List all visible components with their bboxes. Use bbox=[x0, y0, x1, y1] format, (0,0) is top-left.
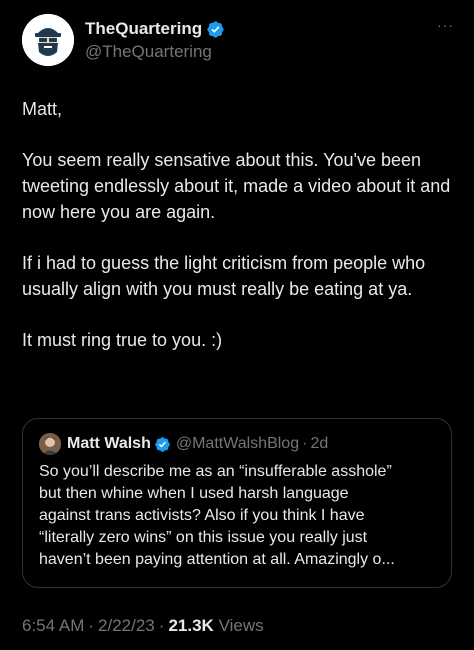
quoted-separator: · bbox=[302, 435, 308, 452]
quoted-author-handle[interactable]: @MattWalshBlog bbox=[176, 435, 299, 453]
tweet: TheQuartering @TheQuartering ··· Matt, Y… bbox=[0, 0, 474, 650]
quoted-author-avatar[interactable] bbox=[39, 433, 61, 455]
bearded-man-avatar-icon bbox=[22, 14, 74, 66]
quoted-text-line: against trans activists? Also if you thi… bbox=[39, 507, 365, 524]
quoted-text-line: “literally zero wins” on this issue you … bbox=[39, 529, 368, 546]
verified-badge-icon bbox=[155, 436, 170, 452]
display-name-row: TheQuartering bbox=[85, 17, 225, 41]
author-display-name[interactable]: TheQuartering bbox=[85, 19, 202, 39]
quoted-author-display-name[interactable]: Matt Walsh bbox=[67, 435, 151, 453]
man-avatar-icon bbox=[39, 433, 61, 455]
verified-badge-icon bbox=[207, 20, 224, 38]
more-options-icon[interactable]: ··· bbox=[437, 18, 454, 32]
tweet-meta: 6:54 AM · 2/22/23 · 21.3K Views bbox=[22, 616, 264, 636]
views-label: Views bbox=[218, 616, 264, 635]
tweet-time[interactable]: 6:54 AM bbox=[22, 616, 84, 635]
quoted-tweet[interactable]: Matt Walsh @MattWalshBlog · 2d So you’ll… bbox=[22, 418, 452, 588]
author-handle[interactable]: @TheQuartering bbox=[85, 41, 225, 63]
tweet-date[interactable]: 2/22/23 bbox=[98, 616, 155, 635]
quoted-tweet-text: So you’ll describe me as an “insufferabl… bbox=[39, 461, 437, 571]
tweet-paragraph: Matt, bbox=[22, 99, 63, 119]
tweet-text: Matt, You seem really sensative about th… bbox=[22, 96, 452, 378]
tweet-header: TheQuartering @TheQuartering ··· bbox=[22, 14, 454, 66]
author-avatar[interactable] bbox=[22, 14, 74, 66]
tweet-paragraph: If i had to guess the light criticism fr… bbox=[22, 253, 431, 299]
meta-separator: · bbox=[158, 616, 165, 635]
author-names: TheQuartering @TheQuartering bbox=[85, 17, 225, 63]
quoted-timestamp[interactable]: 2d bbox=[310, 435, 328, 453]
quoted-text-line: So you’ll describe me as an “insufferabl… bbox=[39, 463, 392, 480]
quoted-tweet-header: Matt Walsh @MattWalshBlog · 2d bbox=[39, 433, 328, 455]
meta-separator: · bbox=[88, 616, 95, 635]
quoted-text-line: haven’t been paying attention at all. Am… bbox=[39, 551, 395, 568]
tweet-paragraph: It must ring true to you. :) bbox=[22, 330, 223, 350]
tweet-paragraph: You seem really sensative about this. Yo… bbox=[22, 150, 456, 222]
views-count[interactable]: 21.3K bbox=[168, 616, 213, 635]
quoted-text-line: but then whine when I used harsh languag… bbox=[39, 485, 349, 502]
